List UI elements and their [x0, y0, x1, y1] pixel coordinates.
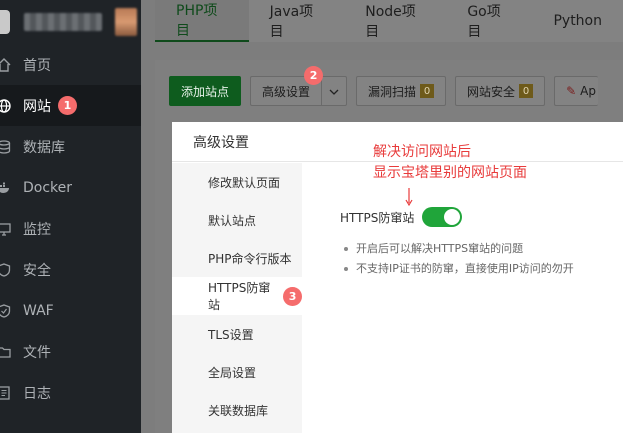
vuln-scan-button[interactable]: 漏洞扫描 0: [356, 76, 447, 106]
security-count-badge: 0: [519, 84, 534, 98]
vuln-count-badge: 0: [420, 84, 435, 98]
step-badge: 2: [304, 66, 324, 85]
sidebar-item-logs[interactable]: 日志: [0, 372, 141, 413]
tab-node[interactable]: Node项目: [344, 0, 446, 42]
sidebar-item-database[interactable]: 数据库: [0, 126, 141, 167]
tip-item: 不支持IP证书的防窜，直接使用IP访问的勿开: [344, 259, 574, 279]
sidebar-item-label: 安全: [23, 262, 51, 279]
dialog-side-menu: 修改默认页面 默认站点 PHP命令行版本 HTTPS防窜站 3 TLS设置 全局…: [172, 163, 302, 433]
sidebar-item-waf[interactable]: WAF: [0, 290, 141, 331]
docker-icon: [0, 181, 11, 195]
site-toolbar: 添加站点 高级设置 2 漏洞扫描 0 网站安全 0 ✎ Ap: [169, 66, 598, 106]
sidebar-item-label: 监控: [23, 221, 51, 238]
sidebar-item-label: 网站: [23, 98, 51, 115]
tab-java[interactable]: Java项目: [249, 0, 345, 42]
sidebar-item-label: 数据库: [23, 139, 65, 156]
logo-icon: [0, 10, 10, 34]
menu-item-default-page[interactable]: 修改默认页面: [172, 163, 302, 201]
menu-item-linked-database[interactable]: 关联数据库: [172, 391, 302, 429]
globe-icon: [0, 98, 11, 113]
sidebar-item-label: 日志: [23, 385, 51, 402]
tip-item: 开启后可以解决HTTPS窜站的问题: [344, 239, 574, 259]
annotation-line: 解决访问网站后: [373, 144, 471, 160]
advanced-settings-button[interactable]: 高级设置 2: [250, 66, 324, 106]
monitor-icon: [0, 222, 11, 236]
waf-shield-icon: [0, 303, 11, 318]
toggle-knob: [444, 209, 461, 225]
menu-item-https-anti-hijack[interactable]: HTTPS防窜站 3: [172, 277, 302, 315]
sidebar-item-files[interactable]: 文件: [0, 331, 141, 372]
sidebar-item-label: 首页: [23, 57, 51, 74]
sidebar-item-docker[interactable]: Docker: [0, 167, 141, 208]
site-security-button[interactable]: 网站安全 0: [455, 76, 546, 106]
annotation-arrow-icon: [405, 188, 413, 207]
menu-item-label: HTTPS防窜站: [208, 281, 271, 312]
sidebar-header: [0, 0, 141, 44]
advanced-settings-split: 高级设置 2: [250, 66, 348, 106]
app-button[interactable]: ✎ Ap: [554, 76, 598, 106]
tab-php[interactable]: PHP项目: [155, 0, 249, 42]
https-toggle-label: HTTPS防窜站: [340, 210, 415, 225]
site-security-label: 网站安全: [467, 84, 516, 99]
step-badge: 3: [283, 286, 302, 306]
annotation-line: 显示宝塔里别的网站页面: [373, 165, 527, 181]
sidebar-item-website[interactable]: 网站 1: [0, 85, 141, 126]
chevron-down-icon: [329, 84, 339, 98]
shield-icon: [0, 262, 11, 277]
tips-list: 开启后可以解决HTTPS窜站的问题 不支持IP证书的防窜，直接使用IP访问的勿开: [344, 239, 574, 279]
blurred-server-name: [24, 13, 102, 31]
sidebar-item-label: 文件: [23, 344, 51, 361]
project-tabs: PHP项目 Java项目 Node项目 Go项目 Python: [155, 0, 623, 42]
sidebar-item-home[interactable]: 首页: [0, 44, 141, 85]
https-anti-hijack-toggle[interactable]: [422, 207, 463, 227]
vuln-scan-label: 漏洞扫描: [368, 84, 417, 99]
menu-item-php-cli-version[interactable]: PHP命令行版本: [172, 239, 302, 277]
app-button-label: Ap: [580, 84, 596, 98]
advanced-dropdown-button[interactable]: [321, 76, 348, 106]
sidebar-item-security[interactable]: 安全: [0, 249, 141, 290]
home-icon: [0, 57, 11, 72]
menu-item-default-site[interactable]: 默认站点: [172, 201, 302, 239]
menu-item-global-settings[interactable]: 全局设置: [172, 353, 302, 391]
tab-python[interactable]: Python: [532, 0, 623, 42]
tab-go[interactable]: Go项目: [446, 0, 532, 42]
folder-icon: [0, 345, 11, 359]
sidebar-item-label: WAF: [23, 302, 54, 319]
pen-icon: ✎: [566, 84, 577, 98]
sidebar-item-label: Docker: [23, 179, 73, 196]
annotation-text: 解决访问网站后 显示宝塔里别的网站页面: [373, 142, 527, 184]
advanced-settings-label: 高级设置: [262, 84, 311, 99]
add-site-button[interactable]: 添加站点: [169, 76, 242, 106]
menu-item-tls-settings[interactable]: TLS设置: [172, 315, 302, 353]
step-badge: 1: [58, 96, 77, 115]
database-icon: [0, 139, 11, 154]
sidebar: 首页 网站 1 数据库 Docker 监控 安全 WAF 文件 日志: [0, 0, 141, 433]
sidebar-item-monitor[interactable]: 监控: [0, 208, 141, 249]
https-toggle-row: HTTPS防窜站: [340, 207, 463, 227]
dialog-body: HTTPS防窜站 开启后可以解决HTTPS窜站的问题 不支持IP证书的防窜，直接…: [302, 163, 623, 433]
log-icon: [0, 385, 11, 400]
avatar[interactable]: [115, 8, 137, 36]
